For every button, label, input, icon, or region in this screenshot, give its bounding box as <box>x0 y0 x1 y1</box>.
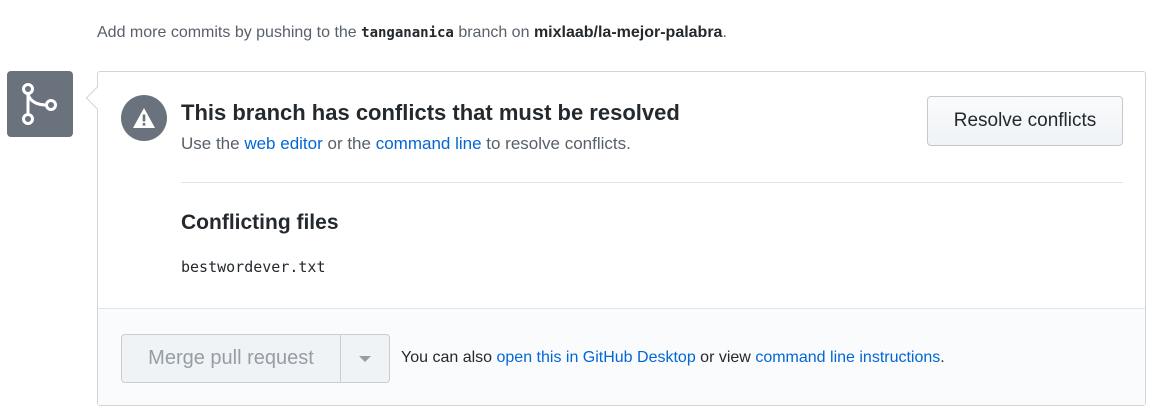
alert-icon <box>121 95 167 141</box>
command-line-link[interactable]: command line <box>376 134 482 153</box>
text: You can also <box>401 349 493 366</box>
merge-footer: Merge pull request You can also open thi… <box>98 308 1145 405</box>
merge-box: This branch has conflicts that must be r… <box>85 71 1146 406</box>
hint-text: . <box>722 24 727 41</box>
merge-button-group: Merge pull request <box>121 334 390 383</box>
conflict-title: This branch has conflicts that must be r… <box>181 100 680 125</box>
hint-text: Add more commits by pushing to the <box>97 24 357 41</box>
web-editor-link[interactable]: web editor <box>244 134 322 153</box>
text: to resolve conflicts. <box>486 134 631 153</box>
divider <box>181 182 1123 183</box>
caret-down-icon <box>359 355 371 362</box>
cli-instructions-link[interactable]: command line instructions <box>755 349 940 366</box>
text: or view <box>700 349 751 366</box>
hint-text: branch on <box>458 24 530 41</box>
push-hint: Add more commits by pushing to the tanga… <box>97 24 727 42</box>
conflicting-file: bestwordever.txt <box>181 258 326 276</box>
branch-name: tangananica <box>361 25 454 41</box>
alternatives-text: You can also open this in GitHub Desktop… <box>401 349 945 367</box>
text: . <box>940 349 945 366</box>
resolve-conflicts-button[interactable]: Resolve conflicts <box>927 96 1123 146</box>
repo-name: mixlaab/la-mejor-palabra <box>533 24 723 41</box>
box-pointer <box>85 86 109 110</box>
github-desktop-link[interactable]: open this in GitHub Desktop <box>497 349 696 366</box>
conflict-subtitle: Use the web editor or the command line t… <box>181 134 631 154</box>
conflicting-files-heading: Conflicting files <box>181 211 339 234</box>
merge-pull-request-button[interactable]: Merge pull request <box>122 335 341 382</box>
text: Use the <box>181 134 240 153</box>
git-merge-icon <box>7 71 73 137</box>
merge-options-dropdown[interactable] <box>341 335 389 382</box>
text: or the <box>327 134 371 153</box>
